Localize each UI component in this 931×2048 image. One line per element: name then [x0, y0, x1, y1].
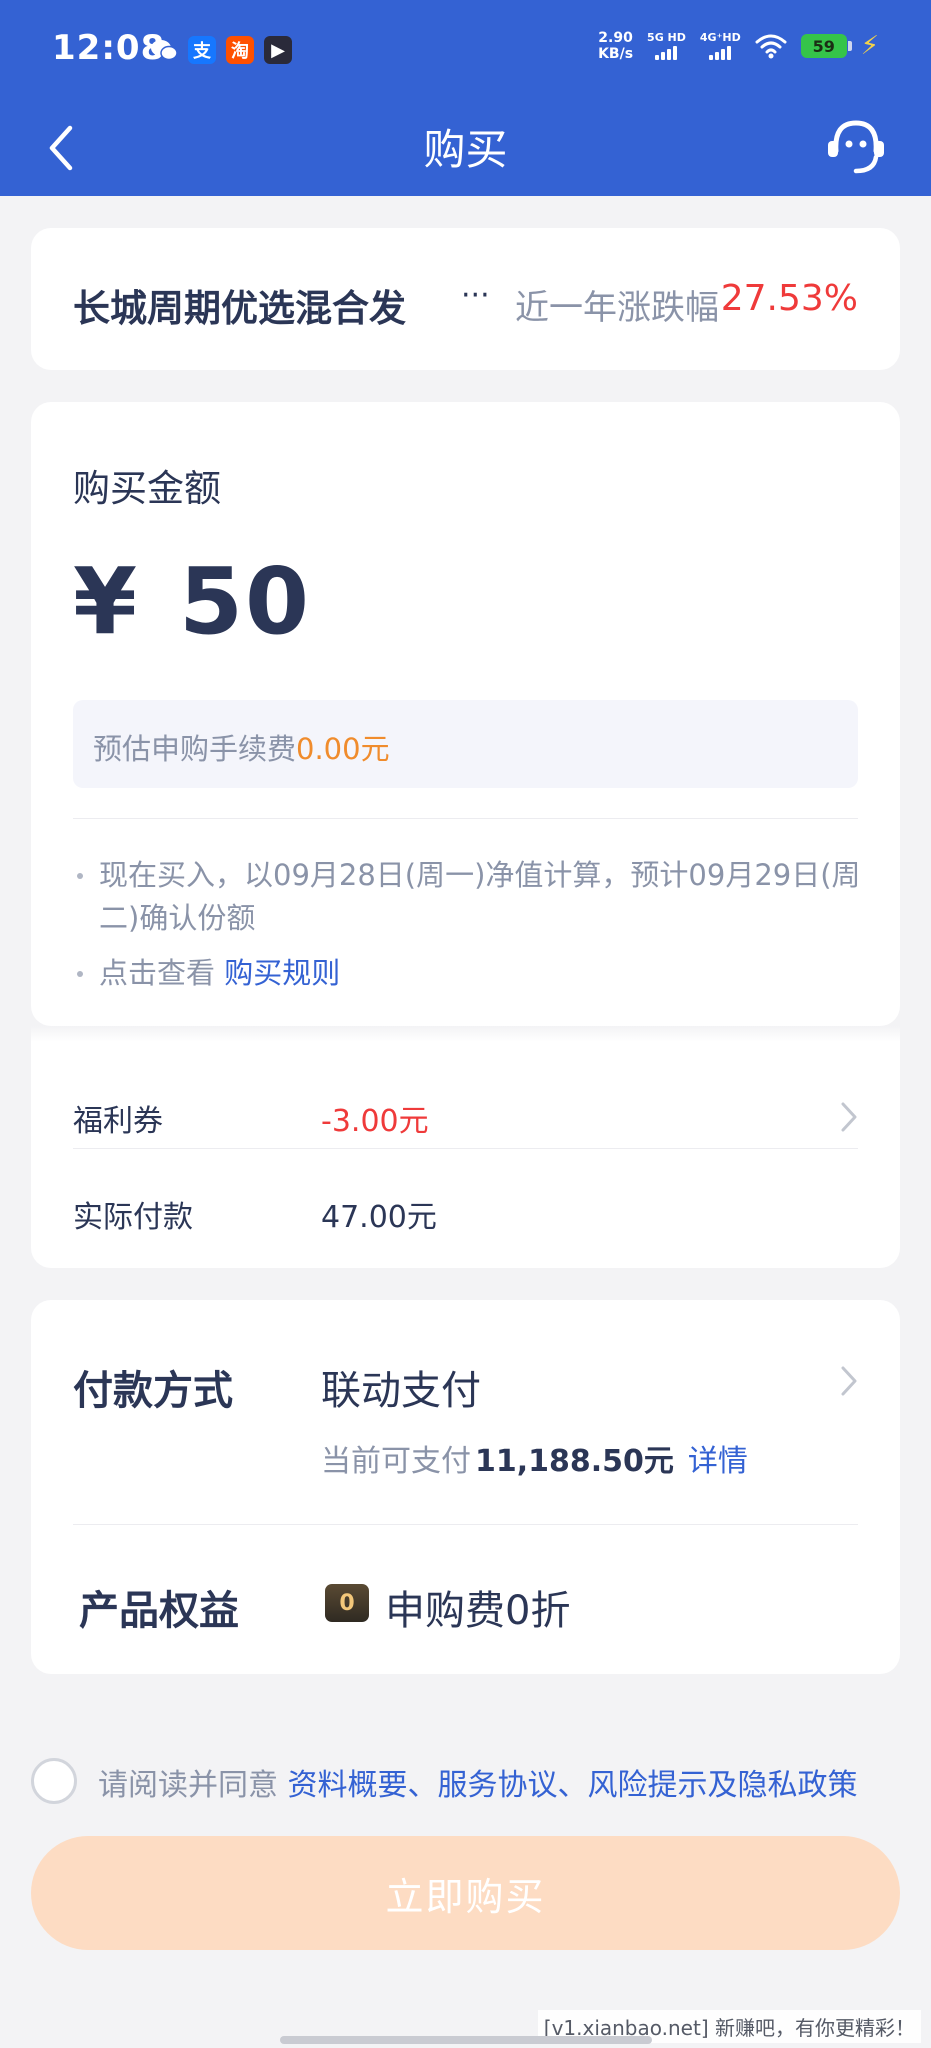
fee-label-text: 预估申购手续费	[93, 732, 297, 766]
page-title: 购买	[423, 125, 508, 174]
wifi-icon	[755, 33, 787, 59]
note-item: 现在买入，以09月28日(周一)净值计算，预计09月29日(周二)确认份额	[73, 854, 873, 940]
agreement-text: 请阅读并同意 资料概要、服务协议、风险提示及隐私政策	[98, 1760, 858, 1804]
divider	[73, 1148, 858, 1149]
coupon-value[interactable]: -3.00元	[321, 1096, 429, 1140]
actual-payment-label: 实际付款	[73, 1200, 193, 1235]
divider	[73, 818, 858, 819]
buy-now-button[interactable]: 立即购买	[31, 1836, 900, 1950]
signal-4g-label: 4G⁺HD	[699, 31, 741, 44]
divider	[73, 1524, 858, 1525]
amount-value: 50	[179, 548, 312, 655]
status-bar: 12:08 支 淘 ▶ 2.90 KB/s 5G HD 4G⁺HD 59 ⚡	[0, 0, 931, 100]
net-speed: 2.90 KB/s	[598, 30, 633, 62]
top-header: 12:08 支 淘 ▶ 2.90 KB/s 5G HD 4G⁺HD 59 ⚡ 购…	[0, 0, 931, 196]
agreement-checkbox[interactable]	[31, 1758, 77, 1804]
fee-label: 预估申购手续费0.00元	[93, 726, 390, 768]
available-balance: 当前可支付 11,188.50元 详情	[321, 1436, 748, 1480]
chevron-right-icon[interactable]	[838, 1100, 860, 1134]
benefit-label: 产品权益	[79, 1588, 239, 1634]
status-indicators: 2.90 KB/s 5G HD 4G⁺HD 59 ⚡	[598, 30, 879, 62]
signal-4g-icon: 4G⁺HD	[700, 32, 741, 60]
payment-card: 付款方式 联动支付 当前可支付 11,188.50元 详情 产品权益 0 申购费0折	[31, 1300, 900, 1674]
customer-service-icon	[828, 120, 884, 174]
fund-name: 长城周期优选混合发	[73, 287, 406, 330]
signal-5g-label: 5G HD	[647, 31, 686, 44]
signal-5g-icon: 5G HD	[647, 32, 686, 60]
payment-method-label: 付款方式	[73, 1368, 233, 1414]
benefit-value: 申购费0折	[385, 1588, 571, 1634]
wechat-icon	[150, 36, 178, 64]
net-speed-unit: KB/s	[598, 46, 634, 62]
yield-value: 27.53%	[720, 278, 858, 319]
customer-service-button[interactable]	[821, 112, 891, 182]
chevron-right-icon[interactable]	[838, 1364, 860, 1398]
video-app-icon: ▶	[264, 36, 292, 64]
balance-value: 11,188.50元	[475, 1444, 674, 1479]
coupon-label: 福利券	[73, 1104, 163, 1139]
battery-icon: 59	[800, 34, 852, 58]
fee-box: 预估申购手续费0.00元	[73, 700, 858, 788]
amount-label: 购买金额	[73, 467, 221, 510]
note-item-rules: 点击查看 购买规则	[73, 952, 873, 995]
home-indicator[interactable]	[280, 2036, 652, 2044]
coupon-card: 福利券 -3.00元 实际付款 47.00元	[31, 1026, 900, 1268]
payment-method-value[interactable]: 联动支付	[321, 1358, 481, 1416]
amount-card: 购买金额 ¥50 预估申购手续费0.00元 现在买入，以09月28日(周一)净值…	[31, 402, 900, 1026]
yield-label: 近一年涨跌幅	[515, 288, 719, 328]
net-speed-value: 2.90	[598, 30, 633, 46]
status-time: 12:08	[52, 28, 166, 68]
balance-prefix: 当前可支付	[321, 1444, 471, 1479]
rule-prefix: 点击查看	[99, 956, 216, 990]
nav-bar: 购买	[0, 100, 931, 196]
alipay-icon: 支	[188, 36, 216, 64]
notification-icons: 支 淘 ▶	[150, 36, 292, 64]
fee-value: 0.00元	[296, 732, 390, 766]
agreement-prefix: 请阅读并同意	[98, 1768, 278, 1803]
amount-input[interactable]: ¥50	[73, 548, 311, 655]
purchase-notes: 现在买入，以09月28日(周一)净值计算，预计09月29日(周二)确认份额 点击…	[73, 854, 873, 995]
charging-icon: ⚡	[860, 31, 879, 61]
zero-discount-icon: 0	[325, 1584, 369, 1622]
actual-payment-value: 47.00元	[321, 1200, 437, 1235]
agreement-links[interactable]: 资料概要、服务协议、风险提示及隐私政策	[288, 1768, 858, 1803]
fund-name-ellipsis: ···	[461, 278, 490, 313]
details-link[interactable]: 详情	[688, 1444, 748, 1479]
currency-symbol: ¥	[73, 548, 140, 655]
fund-card: 长城周期优选混合发 ··· 近一年涨跌幅 27.53%	[31, 228, 900, 370]
purchase-rules-link[interactable]: 购买规则	[224, 956, 340, 990]
taobao-icon: 淘	[226, 36, 254, 64]
